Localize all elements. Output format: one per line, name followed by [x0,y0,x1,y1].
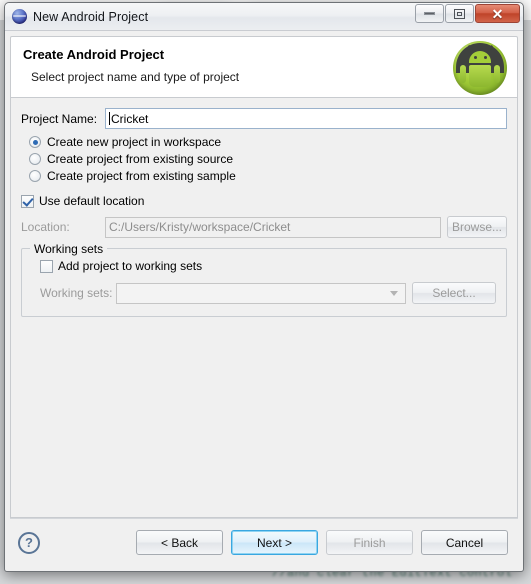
text-caret [109,112,110,125]
radio-icon [29,170,41,182]
use-default-location-label: Use default location [39,194,145,208]
add-to-working-sets-label: Add project to working sets [58,259,203,273]
close-icon: ✕ [491,5,504,22]
radio-create-new-project[interactable]: Create new project in workspace [29,135,507,149]
next-button[interactable]: Next > [231,530,318,555]
minimize-icon [424,12,435,15]
checkbox-icon [40,259,53,273]
window-title: New Android Project [33,9,149,24]
dialog-footer: ? < Back Next > Finish Cancel [10,518,518,566]
title-bar[interactable]: New Android Project ✕ [5,3,523,31]
window-controls: ✕ [415,4,520,23]
select-working-sets-button: Select... [412,282,496,304]
restore-icon [454,8,465,19]
project-name-label: Project Name: [21,111,98,126]
location-label: Location: [21,220,70,234]
back-button[interactable]: < Back [136,530,223,555]
wizard-body: Project Name: Cricket Create new project… [10,98,518,518]
project-name-input[interactable]: Cricket [105,108,507,129]
page-subtitle: Select project name and type of project [31,70,240,84]
working-sets-group-title: Working sets [30,242,108,256]
help-icon[interactable]: ? [18,531,40,554]
page-title: Create Android Project [23,47,165,62]
radio-icon-selected [29,136,41,148]
footer-buttons: < Back Next > Finish Cancel [136,530,508,555]
location-input: C:/Users/Kristy/workspace/Cricket [105,216,441,238]
radio-icon [29,153,41,165]
radio-label: Create new project in workspace [47,135,222,149]
project-name-row: Project Name: Cricket [21,108,507,129]
use-default-location-row[interactable]: Use default location [21,194,507,208]
new-android-project-dialog: New Android Project ✕ Create Android Pro… [4,2,524,572]
location-value: C:/Users/Kristy/workspace/Cricket [109,220,291,234]
project-name-value: Cricket [111,111,149,126]
checkbox-icon-checked [21,194,34,208]
working-sets-label: Working sets: [40,286,113,300]
radio-create-from-sample[interactable]: Create project from existing sample [29,169,507,183]
android-robot-icon [453,41,507,95]
radio-create-from-source[interactable]: Create project from existing source [29,152,507,166]
finish-button: Finish [326,530,413,555]
radio-label: Create project from existing sample [47,169,236,183]
location-row: Location: C:/Users/Kristy/workspace/Cric… [21,216,507,238]
working-sets-group: Working sets Add project to working sets… [21,242,507,317]
eclipse-globe-icon [12,9,27,24]
working-sets-combo [116,282,406,304]
working-sets-select-row: Working sets: Select... [40,282,496,304]
wizard-header: Create Android Project Select project na… [10,36,518,98]
minimize-button[interactable] [415,4,444,23]
close-button[interactable]: ✕ [475,4,520,23]
chevron-down-icon [390,290,398,296]
browse-button: Browse... [447,216,507,238]
restore-button[interactable] [445,4,474,23]
add-to-working-sets-row[interactable]: Add project to working sets [40,259,496,273]
cancel-button[interactable]: Cancel [421,530,508,555]
radio-label: Create project from existing source [47,152,234,166]
